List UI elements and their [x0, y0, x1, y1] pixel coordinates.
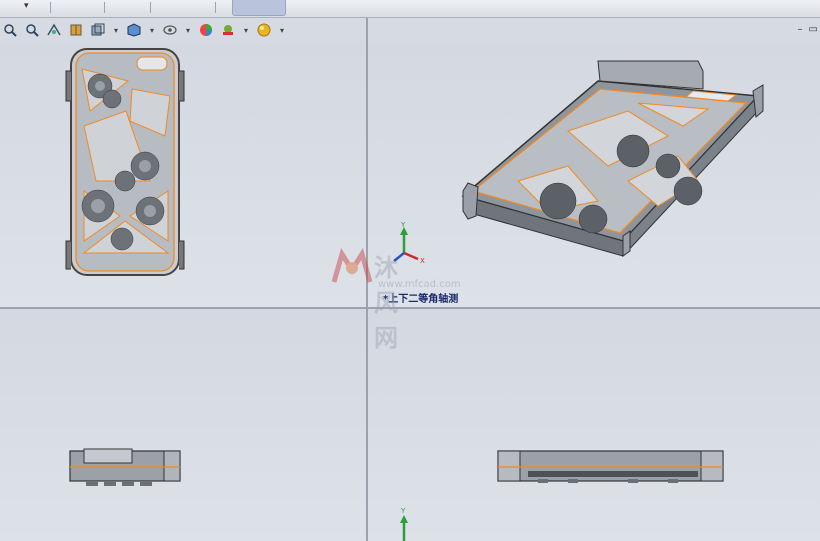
hide-show-items-icon[interactable] — [160, 20, 180, 40]
previous-view-icon[interactable] — [44, 20, 64, 40]
ribbon-separator — [215, 2, 216, 13]
front-view-model — [65, 48, 185, 276]
display-style-icon[interactable] — [124, 20, 144, 40]
zoom-to-fit-icon[interactable] — [0, 20, 20, 40]
ribbon-dropdown-arrow[interactable]: ▾ — [24, 1, 29, 11]
chevron-down-icon[interactable]: ▾ — [276, 20, 288, 40]
top-view-model: Y — [400, 450, 724, 541]
viewport-splitter-horizontal[interactable] — [0, 307, 820, 309]
ribbon-separator — [104, 2, 105, 13]
chevron-down-icon[interactable]: ▾ — [110, 20, 122, 40]
heads-up-view-toolbar: ▾ ▾ ▾ ▾ ▾ — [0, 19, 288, 41]
isometric-view-model: Y X — [393, 60, 764, 265]
ribbon-separator — [50, 2, 51, 13]
triad-y-label-bottom: Y — [400, 507, 406, 515]
viewport-isometric[interactable]: Y X — [368, 41, 820, 307]
apply-scene-icon[interactable] — [218, 20, 238, 40]
viewport-window-controls: – ▭ — [798, 24, 818, 35]
view-settings-icon[interactable] — [254, 20, 274, 40]
chevron-down-icon[interactable]: ▾ — [240, 20, 252, 40]
viewport-side[interactable] — [0, 309, 366, 541]
triad-y-label: Y — [400, 221, 406, 229]
viewport-front[interactable] — [0, 41, 366, 307]
triad-x-label: X — [420, 257, 425, 265]
watermark-text: 沐风网 — [374, 254, 400, 352]
viewport-top[interactable]: Y — [368, 309, 820, 541]
restore-icon[interactable]: ▭ — [809, 24, 818, 35]
mfcad-logo — [331, 247, 373, 283]
ribbon-separator — [150, 2, 151, 13]
watermark-url: www.mfcad.com — [378, 279, 461, 290]
side-view-model — [69, 448, 181, 486]
chevron-down-icon[interactable]: ▾ — [146, 20, 158, 40]
watermark: 沐风网 www.mfcad.com — [330, 247, 461, 352]
chevron-down-icon[interactable]: ▾ — [182, 20, 194, 40]
section-view-icon[interactable] — [66, 20, 86, 40]
coordinate-triad-bottom — [400, 515, 408, 541]
edit-appearance-icon[interactable] — [196, 20, 216, 40]
ribbon-strip: ▾ — [0, 0, 820, 18]
view-orientation-icon[interactable] — [88, 20, 108, 40]
minimize-icon[interactable]: – — [798, 24, 803, 35]
zoom-area-icon[interactable] — [22, 20, 42, 40]
ribbon-active-tab[interactable] — [232, 0, 286, 16]
